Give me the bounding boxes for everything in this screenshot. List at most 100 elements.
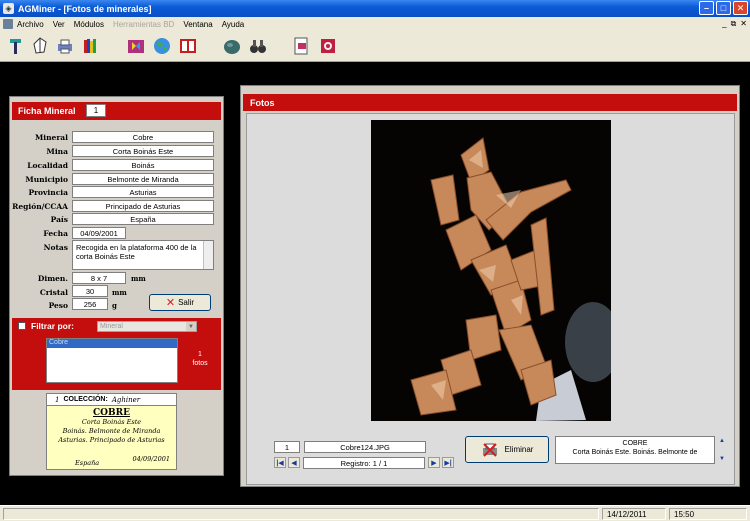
ficha-mineral-panel: Ficha Mineral 1 Mineral Cobre Mina Corta…: [9, 96, 224, 476]
fecha-field[interactable]: 04/09/2001: [72, 227, 126, 239]
mineral-crystal-icon[interactable]: [28, 34, 52, 58]
scroll-down-icon[interactable]: ▼: [717, 454, 727, 464]
record-counter: Registro: 1 / 1: [303, 457, 425, 469]
library-books-icon[interactable]: [79, 34, 103, 58]
rock-icon[interactable]: [220, 34, 244, 58]
list-item[interactable]: Cobre: [47, 339, 177, 348]
toolbar: [0, 31, 750, 62]
card-date: 04/09/2001: [132, 455, 170, 463]
mdi-restore-icon[interactable]: ⧉: [731, 19, 737, 29]
dimen-unit: mm: [131, 274, 146, 283]
mineral-photo[interactable]: [371, 120, 621, 421]
menu-herramientas-bd[interactable]: Herramientas BD: [113, 20, 174, 29]
open-book-icon[interactable]: [176, 34, 200, 58]
printer-icon[interactable]: [53, 34, 77, 58]
document-icon[interactable]: [3, 19, 13, 29]
last-record-icon[interactable]: ▶|: [442, 457, 454, 468]
globe-icon[interactable]: [150, 34, 174, 58]
card-line-3: Asturias. Principado de Asturias: [58, 436, 165, 444]
card-line-2: Boinás. Belmonte de Miranda: [62, 427, 161, 435]
dimen-field[interactable]: 8 x 7: [72, 272, 126, 284]
pais-field[interactable]: España: [72, 213, 214, 225]
label-dimen: Dimen.: [37, 274, 68, 283]
ficha-title: Ficha Mineral: [18, 106, 76, 116]
window-title: AGMiner - [Fotos de minerales]: [18, 3, 152, 14]
label-provincia: Provincia: [28, 188, 68, 197]
collection-label-card: 1 COLECCIÓN: Aghiner COBRE Corta Boinás …: [46, 393, 177, 470]
binoculars-icon[interactable]: [246, 34, 270, 58]
notas-textarea[interactable]: Recogida en la plataforma 400 de la cort…: [72, 240, 214, 270]
minimize-button[interactable]: –: [699, 1, 714, 15]
card-collection-label: COLECCIÓN:: [63, 396, 108, 403]
region-field[interactable]: Principado de Asturias: [72, 200, 214, 212]
photo-count: 1 fotos: [192, 351, 208, 367]
label-localidad: Localidad: [27, 161, 68, 170]
scroll-up-icon[interactable]: ▲: [717, 436, 727, 446]
filename-field[interactable]: Cobre124.JPG: [304, 441, 426, 453]
photo-document-icon[interactable]: [290, 34, 314, 58]
label-mina: Mina: [46, 147, 68, 156]
salir-button[interactable]: ✕ Salir: [149, 294, 211, 311]
filter-select[interactable]: Mineral ▼: [97, 321, 197, 332]
mdi-minimize-icon[interactable]: _: [722, 19, 726, 29]
eliminar-button[interactable]: Eliminar: [465, 436, 549, 463]
menu-modulos[interactable]: Módulos: [74, 20, 104, 29]
filter-list[interactable]: Cobre: [46, 338, 178, 383]
filter-checkbox[interactable]: [18, 322, 26, 330]
menu-ventana[interactable]: Ventana: [183, 20, 212, 29]
status-bar: 14/12/2011 15:50: [0, 505, 750, 521]
fotos-content: 1 Cobre124.JPG |◀ ◀ Registro: 1 / 1 ▶ ▶|…: [246, 113, 735, 485]
fotos-header: Fotos: [243, 94, 737, 111]
close-x-icon: ✕: [165, 297, 176, 309]
label-fecha: Fecha: [43, 229, 68, 238]
status-time: 15:50: [669, 508, 747, 520]
fotos-panel: Fotos 1 Cobre124.JPG |◀ ◀ Registro: 1 / …: [240, 85, 740, 487]
localidad-field[interactable]: Boinás: [72, 159, 214, 171]
tool-pick-icon[interactable]: [4, 34, 28, 58]
record-number-field[interactable]: 1: [86, 104, 106, 117]
status-date: 14/12/2011: [602, 508, 666, 520]
label-region: Región/CCAA: [12, 202, 68, 211]
card-number: 1: [55, 395, 60, 404]
app-icon[interactable]: ◈: [3, 3, 14, 14]
photo-description[interactable]: COBRE Corta Boinás Este. Boinás. Belmont…: [555, 436, 715, 464]
chevron-down-icon[interactable]: ▼: [186, 322, 196, 331]
ficha-header: Ficha Mineral 1: [12, 102, 221, 120]
menu-ayuda[interactable]: Ayuda: [222, 20, 245, 29]
label-cristal: Cristal: [39, 288, 68, 297]
label-mineral: Mineral: [34, 133, 68, 142]
card-country: España: [75, 459, 100, 467]
card-collection-name: Aghiner: [111, 395, 141, 404]
peso-unit: g: [112, 301, 117, 310]
next-record-icon[interactable]: ▶: [428, 457, 440, 468]
record-icon[interactable]: [316, 34, 340, 58]
prev-record-icon[interactable]: ◀: [288, 457, 300, 468]
card-line-1: Corta Boinás Este: [81, 418, 142, 426]
description-scrollbar[interactable]: ▲ ▼: [717, 436, 727, 464]
cristal-unit: mm: [112, 288, 127, 297]
close-button[interactable]: ✕: [733, 1, 748, 15]
menu-archivo[interactable]: Archivo: [17, 20, 44, 29]
delete-printer-icon: [482, 442, 497, 457]
label-pais: País: [50, 215, 68, 224]
status-message: [3, 508, 599, 520]
notas-scrollbar[interactable]: [203, 241, 213, 269]
title-bar: ◈ AGMiner - [Fotos de minerales] – □ ✕: [0, 0, 750, 17]
mdi-close-icon[interactable]: ✕: [740, 19, 747, 29]
mineral-field[interactable]: Cobre: [72, 131, 214, 143]
label-peso: Peso: [48, 301, 68, 310]
menu-ver[interactable]: Ver: [53, 20, 65, 29]
peso-field[interactable]: 256: [72, 298, 108, 310]
maximize-button[interactable]: □: [716, 1, 731, 15]
label-notas: Notas: [43, 243, 68, 252]
label-municipio: Municipio: [25, 175, 68, 184]
fotos-title: Fotos: [250, 98, 275, 108]
photo-number-field[interactable]: 1: [274, 441, 300, 453]
cristal-field[interactable]: 30: [72, 285, 108, 297]
municipio-field[interactable]: Belmonte de Miranda: [72, 173, 214, 185]
provincia-field[interactable]: Asturias: [72, 186, 214, 198]
butterfly-book-icon[interactable]: [124, 34, 148, 58]
mina-field[interactable]: Corta Boinás Este: [72, 145, 214, 157]
first-record-icon[interactable]: |◀: [274, 457, 286, 468]
card-mineral: COBRE: [93, 408, 130, 418]
